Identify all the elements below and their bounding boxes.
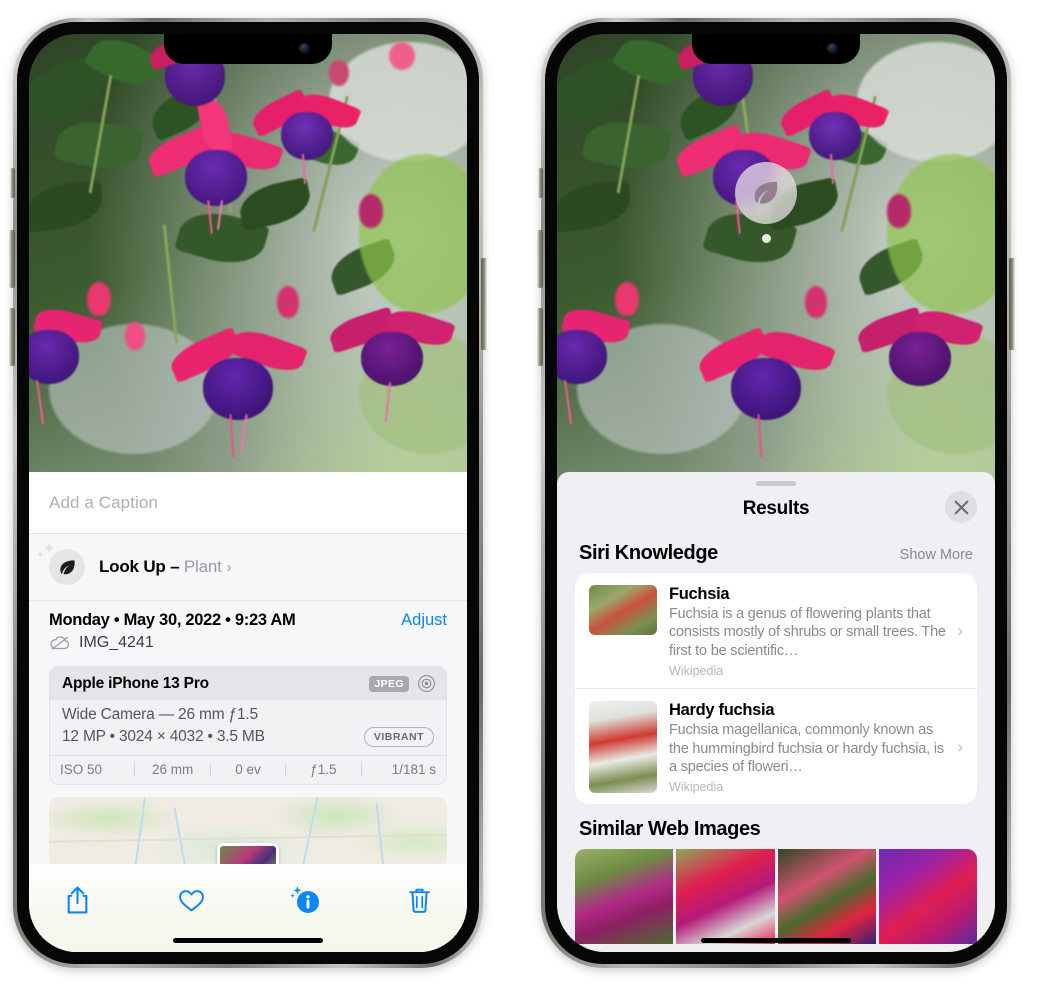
volume-down-button-right[interactable] — [537, 308, 543, 366]
results-header: Results — [557, 486, 995, 532]
favorite-button[interactable] — [169, 880, 213, 920]
exif-focal-length: 26 mm — [151, 762, 194, 777]
home-indicator-left[interactable] — [173, 938, 323, 943]
phone-bezel-left: Add a Caption ✦ ✦ Look Up – Plant › Mond… — [17, 22, 479, 964]
flower — [166, 314, 309, 459]
chevron-right-icon: › — [957, 620, 963, 640]
adjust-button[interactable]: Adjust — [401, 611, 447, 630]
flower — [326, 296, 459, 422]
result-source: Wikipedia — [669, 780, 724, 795]
results-sheet: Results Siri Knowledge Show More Fuchsia… — [557, 472, 995, 952]
list-item[interactable]: Fuchsia Fuchsia is a genus of flowering … — [575, 573, 977, 688]
format-badge: JPEG — [369, 675, 409, 692]
exif-iso: ISO 50 — [60, 762, 103, 777]
look-up-label: Look Up – Plant › — [99, 557, 232, 576]
visual-lookup-badge[interactable] — [735, 162, 797, 243]
result-description: Fuchsia magellanica, commonly known as t… — [669, 722, 944, 776]
chevron-right-icon: › — [957, 736, 963, 756]
front-camera-icon — [827, 43, 838, 54]
result-description: Fuchsia is a genus of flowering plants t… — [669, 606, 946, 659]
sparkle-icon-small: ✦ — [36, 550, 45, 561]
result-source: Wikipedia — [669, 664, 724, 679]
location-map-thumbnail[interactable] — [49, 797, 447, 869]
front-camera-icon — [299, 43, 310, 54]
volume-up-button-left[interactable] — [9, 230, 15, 288]
chevron-right-icon: › — [226, 559, 232, 576]
share-button[interactable] — [55, 880, 99, 920]
device-model: Apple iPhone 13 Pro — [62, 674, 209, 692]
result-thumbnail — [589, 585, 657, 635]
photographic-style-badge: VIBRANT — [363, 727, 434, 747]
camera-card-header: Apple iPhone 13 Pro JPEG — [50, 667, 446, 700]
iphone-left: Add a Caption ✦ ✦ Look Up – Plant › Mond… — [9, 18, 487, 968]
section-title: Siri Knowledge — [579, 542, 718, 564]
lookup-section: ✦ ✦ Look Up – Plant › Monday • May 30, 2… — [29, 534, 467, 869]
result-thumbnail — [589, 701, 657, 794]
device-notch-right — [692, 34, 860, 64]
siri-knowledge-header: Siri Knowledge Show More — [557, 532, 995, 573]
exif-exposure: 0 ev — [235, 762, 261, 777]
capture-date: Monday • May 30, 2022 • 9:23 AM — [49, 611, 296, 629]
badge-anchor-dot — [761, 234, 771, 243]
results-title: Results — [742, 498, 810, 519]
list-item[interactable]: Hardy fuchsia Fuchsia magellanica, commo… — [575, 688, 977, 804]
volume-up-button-right[interactable] — [537, 230, 543, 288]
close-icon — [954, 500, 968, 514]
power-button-left[interactable] — [481, 258, 487, 350]
device-notch-left — [164, 34, 332, 64]
web-image-tile-2[interactable] — [676, 849, 775, 945]
caption-placeholder: Add a Caption — [49, 492, 159, 512]
show-more-button[interactable]: Show More — [900, 547, 973, 563]
leaf-icon: ✦ ✦ — [36, 540, 85, 585]
phone-screen-right: Results Siri Knowledge Show More Fuchsia… — [557, 34, 995, 952]
cloud-slash-icon — [49, 635, 71, 651]
similar-web-images-strip[interactable] — [575, 849, 977, 945]
power-button-right[interactable] — [1009, 258, 1015, 350]
phone-bezel-right: Results Siri Knowledge Show More Fuchsia… — [545, 22, 1007, 964]
flower — [248, 82, 362, 185]
section-title: Similar Web Images — [579, 818, 761, 841]
aperture-icon — [417, 674, 436, 693]
screenshot-root: Add a Caption ✦ ✦ Look Up – Plant › Mond… — [0, 0, 1055, 985]
flower — [776, 82, 890, 185]
web-image-tile-4[interactable] — [878, 849, 977, 945]
siri-knowledge-list: Fuchsia Fuchsia is a genus of flowering … — [575, 573, 977, 805]
result-title: Hardy fuchsia — [669, 701, 775, 720]
resolution-info: 12 MP • 3024 × 4032 • 3.5 MB — [62, 728, 265, 745]
caption-input[interactable]: Add a Caption — [29, 472, 467, 534]
camera-card-body: Wide Camera — 26 mm ƒ1.5 12 MP • 3024 × … — [50, 700, 446, 755]
flower — [694, 314, 837, 459]
delete-button[interactable] — [397, 880, 441, 920]
exif-row: ISO 50 26 mm 0 ev ƒ1.5 1/181 s — [50, 755, 446, 784]
file-name: IMG_4241 — [79, 634, 154, 651]
metadata-block: Monday • May 30, 2022 • 9:23 AM Adjust I… — [29, 600, 467, 654]
camera-info-card: Apple iPhone 13 Pro JPEG Wide Camera — 2… — [49, 666, 447, 785]
mute-switch-right[interactable] — [538, 168, 543, 198]
web-image-tile-1[interactable] — [575, 849, 674, 945]
leaf-icon — [754, 181, 778, 204]
home-indicator-right[interactable] — [701, 938, 851, 943]
exif-aperture: ƒ1.5 — [310, 762, 337, 777]
flower — [854, 296, 987, 406]
lens-info: Wide Camera — 26 mm ƒ1.5 — [62, 706, 258, 723]
web-image-tile-3[interactable] — [777, 849, 876, 945]
close-button[interactable] — [945, 491, 977, 523]
iphone-right: Results Siri Knowledge Show More Fuchsia… — [537, 18, 1015, 968]
mute-switch-left[interactable] — [10, 168, 15, 198]
look-up-subject: Plant — [183, 557, 222, 576]
volume-down-button-left[interactable] — [9, 308, 15, 366]
phone-screen-left: Add a Caption ✦ ✦ Look Up – Plant › Mond… — [29, 34, 467, 952]
result-title: Fuchsia — [669, 585, 730, 603]
similar-web-images-header: Similar Web Images — [557, 804, 995, 849]
exif-shutter: 1/181 s — [391, 762, 437, 777]
info-button[interactable] — [283, 880, 327, 920]
look-up-row[interactable]: ✦ ✦ Look Up – Plant › — [29, 534, 467, 600]
